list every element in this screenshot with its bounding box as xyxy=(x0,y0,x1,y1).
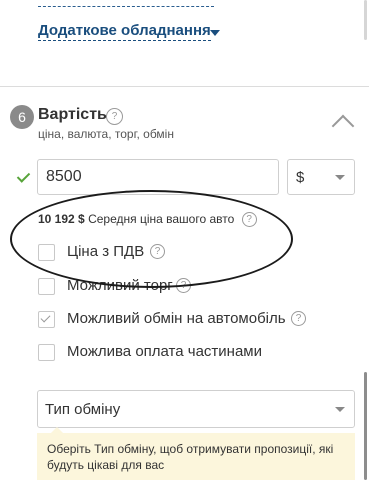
installments-checkbox[interactable] xyxy=(38,344,55,361)
vat-checkbox[interactable] xyxy=(38,244,55,261)
average-price-label: Середня ціна вашого авто xyxy=(88,212,235,226)
option-label: Можливий торг xyxy=(67,277,173,294)
exchange-checkbox[interactable] xyxy=(38,311,55,328)
checkmark-icon xyxy=(40,312,51,323)
section-subtitle: ціна, валюта, торг, обмін xyxy=(38,127,174,141)
extra-equipment-link[interactable]: Додаткове обладнання xyxy=(38,22,211,41)
exchange-type-select[interactable]: Тип обміну xyxy=(37,390,355,428)
currency-value: $ xyxy=(296,169,305,186)
help-icon[interactable]: ? xyxy=(176,278,191,293)
annotation-ellipse xyxy=(10,190,293,288)
section-divider xyxy=(0,86,369,87)
caret-down-icon xyxy=(335,407,345,412)
average-price-info: 10 192 $ Середня ціна вашого авто ? xyxy=(38,212,257,228)
average-price-amount: 10 192 $ xyxy=(38,212,85,226)
extra-equipment-section: Додаткове обладнання xyxy=(0,0,369,85)
help-icon[interactable]: ? xyxy=(241,212,257,228)
caret-down-icon[interactable] xyxy=(210,30,220,36)
bargain-checkbox[interactable] xyxy=(38,278,55,295)
option-label: Можлива оплата частинами xyxy=(67,343,262,360)
option-label: Ціна з ПДВ xyxy=(67,243,145,260)
exchange-type-value: Тип обміну xyxy=(45,401,121,418)
section-title: Вартість xyxy=(38,106,107,123)
currency-select[interactable]: $ xyxy=(287,159,355,195)
chevron-up-icon[interactable] xyxy=(331,114,355,138)
exchange-hint-box: Оберіть Тип обміну, щоб отримувати пропо… xyxy=(37,427,355,480)
scrollbar-thumb[interactable] xyxy=(364,372,367,480)
exchange-hint-text: Оберіть Тип обміну, щоб отримувати пропо… xyxy=(47,442,334,472)
scrollbar-track xyxy=(364,0,367,40)
caret-down-icon xyxy=(335,175,345,180)
price-input[interactable] xyxy=(37,159,279,195)
check-icon xyxy=(16,169,31,183)
option-label: Можливий обмін на автомобіль xyxy=(67,310,286,327)
help-icon[interactable]: ? xyxy=(106,108,123,125)
step-number-badge: 6 xyxy=(10,105,34,129)
help-icon[interactable]: ? xyxy=(291,311,306,326)
help-icon[interactable]: ? xyxy=(150,244,165,259)
previous-link-underline xyxy=(38,0,214,7)
